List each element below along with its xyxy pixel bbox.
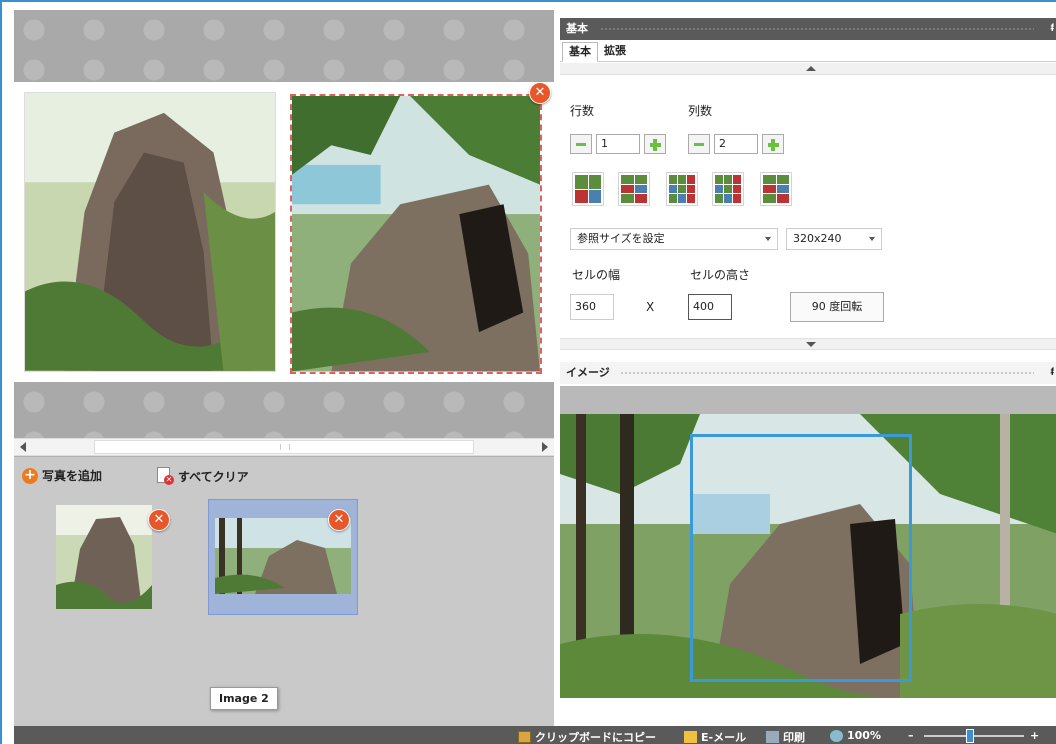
- basic-panel-title: 基本: [566, 22, 588, 35]
- decorative-band-top: [14, 10, 554, 82]
- email-button[interactable]: E-メール: [684, 729, 746, 744]
- clear-all-label: すべてクリア: [178, 469, 249, 484]
- email-label: E-メール: [701, 731, 747, 744]
- scrollbar-grip-icon: [280, 444, 290, 450]
- triangle-up-icon: [806, 66, 816, 71]
- cell-width-label: セルの幅: [572, 268, 621, 282]
- envelope-icon: [684, 731, 697, 743]
- canvas-horizontal-scrollbar[interactable]: [14, 438, 554, 456]
- cliff-photo-image: [292, 96, 540, 372]
- image-panel-header: イメージ ᵮ: [560, 362, 1056, 384]
- clear-all-button[interactable]: ✕ すべてクリア: [156, 467, 249, 485]
- zoom-out-button[interactable]: –: [908, 729, 914, 742]
- remove-photo-2-icon[interactable]: ✕: [529, 82, 551, 104]
- zoom-label: 100%: [847, 729, 881, 742]
- layout-preset-2-icon[interactable]: [618, 172, 650, 206]
- tab-extended[interactable]: 拡張: [598, 42, 632, 62]
- thumbnail-tooltip: Image 2: [210, 687, 278, 710]
- header-grip: [600, 27, 1034, 31]
- dimension-separator: X: [646, 300, 655, 314]
- cell-width-input[interactable]: 360: [570, 294, 614, 320]
- collage-canvas: ✕ + 写真を追加 ✕ すべてクリア ✕ ✕ Image 2: [14, 10, 554, 726]
- rows-increment-plus-icon[interactable]: [644, 134, 666, 154]
- collage-photo-1[interactable]: [24, 92, 276, 372]
- copy-to-clipboard-button[interactable]: クリップボードにコピー: [518, 729, 656, 744]
- add-photo-button[interactable]: + 写真を追加: [22, 467, 102, 484]
- decorative-band-bottom: [14, 382, 554, 438]
- zoom-slider-thumb[interactable]: [966, 729, 974, 743]
- columns-decrement-minus-icon[interactable]: [688, 134, 710, 154]
- header-grip: [620, 371, 1034, 375]
- thumbnail-rock-image: [56, 505, 152, 609]
- resolution-value: 320x240: [793, 232, 842, 245]
- zoom-slider-track[interactable]: [924, 735, 1024, 737]
- status-bar: クリップボードにコピー E-メール 印刷 100% – +: [14, 726, 1056, 744]
- scroll-left-arrow-icon[interactable]: [20, 442, 26, 452]
- pin-icon[interactable]: ᵮ: [1051, 362, 1054, 384]
- print-button[interactable]: 印刷: [766, 729, 805, 744]
- cell-height-label: セルの高さ: [690, 268, 751, 282]
- resolution-select[interactable]: 320x240: [786, 228, 882, 250]
- layout-preset-1-icon[interactable]: [572, 172, 604, 206]
- collage-photo-2-selected[interactable]: [290, 94, 542, 374]
- tab-basic[interactable]: 基本: [562, 42, 598, 62]
- layout-preset-4-icon[interactable]: [712, 172, 744, 206]
- add-photo-label: 写真を追加: [42, 469, 103, 483]
- remove-thumbnail-1-icon[interactable]: ✕: [148, 509, 170, 531]
- reference-size-value: 参照サイズを設定: [577, 232, 665, 245]
- magnifier-icon: [830, 729, 843, 742]
- rock-photo-image: [25, 93, 275, 371]
- remove-thumbnail-2-icon[interactable]: ✕: [328, 509, 350, 531]
- settings-pane: 基本 ᵮ 基本 拡張 行数 列数 1 2 参照サイズを設定 320x240 セル…: [560, 10, 1056, 726]
- image-panel-background: [560, 386, 1056, 414]
- columns-input[interactable]: 2: [714, 134, 758, 154]
- printer-icon: [766, 731, 779, 743]
- image-panel-title: イメージ: [566, 366, 610, 379]
- collapse-down-bar[interactable]: [560, 338, 1056, 350]
- scroll-right-arrow-icon[interactable]: [542, 442, 548, 452]
- columns-increment-plus-icon[interactable]: [762, 134, 784, 154]
- collapse-up-bar[interactable]: [560, 63, 1056, 75]
- rows-input[interactable]: 1: [596, 134, 640, 154]
- triangle-down-icon: [806, 342, 816, 347]
- rows-decrement-minus-icon[interactable]: [570, 134, 592, 154]
- thumbnail-cliff-image: [215, 518, 351, 594]
- clipboard-icon: [518, 731, 531, 743]
- rotate-90-button[interactable]: 90 度回転: [790, 292, 884, 322]
- chevron-down-icon: [869, 237, 875, 241]
- crop-selection-box[interactable]: [690, 434, 912, 682]
- basic-panel-header: 基本 ᵮ: [560, 18, 1056, 40]
- zoom-indicator[interactable]: 100%: [830, 729, 881, 742]
- print-label: 印刷: [783, 731, 805, 744]
- scrollbar-thumb[interactable]: [94, 440, 474, 454]
- photo-tray: + 写真を追加 ✕ すべてクリア ✕ ✕ Image 2: [14, 456, 554, 726]
- chevron-down-icon: [765, 237, 771, 241]
- reference-size-select[interactable]: 参照サイズを設定: [570, 228, 778, 250]
- clipboard-label: クリップボードにコピー: [535, 731, 656, 744]
- cell-height-input[interactable]: 400: [688, 294, 732, 320]
- plus-circle-icon: +: [22, 467, 38, 484]
- tray-thumbnail-1[interactable]: [56, 505, 152, 609]
- rows-label: 行数: [570, 104, 595, 118]
- clear-document-icon: ✕: [156, 467, 174, 485]
- layout-preset-5-icon[interactable]: [760, 172, 792, 206]
- settings-tabs: 基本 拡張: [560, 40, 1056, 62]
- image-crop-preview[interactable]: [560, 414, 1056, 698]
- pin-icon[interactable]: ᵮ: [1051, 18, 1054, 40]
- zoom-in-button[interactable]: +: [1030, 729, 1039, 742]
- app-window: ✕ + 写真を追加 ✕ すべてクリア ✕ ✕ Image 2 基本 ᵮ 基本 拡…: [0, 0, 1056, 744]
- layout-preset-3-icon[interactable]: [666, 172, 698, 206]
- columns-label: 列数: [688, 104, 713, 118]
